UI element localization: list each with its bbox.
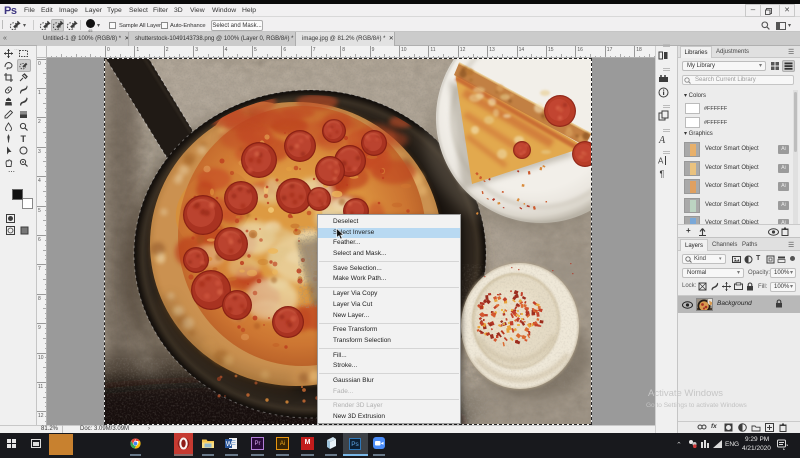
svg-text:A: A <box>658 157 664 166</box>
svg-text:¶: ¶ <box>660 169 665 179</box>
svg-text:T: T <box>21 134 27 143</box>
svg-text:W: W <box>226 441 233 448</box>
svg-text:A: A <box>658 135 666 145</box>
